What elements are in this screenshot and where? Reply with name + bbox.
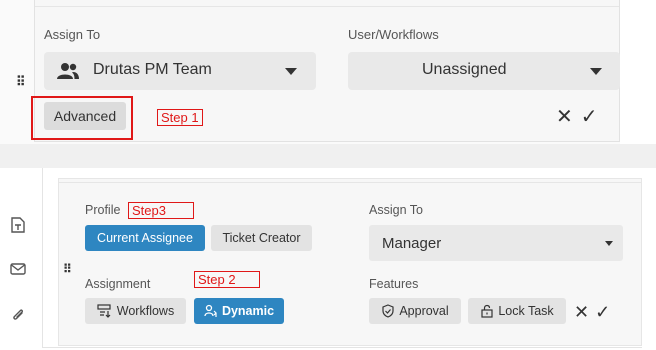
- cancel-icon[interactable]: ✕: [556, 104, 573, 129]
- lock-icon: [481, 304, 493, 318]
- assign-to-label: Assign To: [369, 203, 423, 217]
- paperclip-icon[interactable]: [9, 306, 27, 324]
- divider: [59, 179, 641, 183]
- assign-to-value: Manager: [382, 234, 442, 252]
- divider: [35, 6, 619, 7]
- user-workflows-label: User/Workflows: [348, 27, 439, 42]
- document-icon[interactable]: [9, 216, 27, 234]
- mail-icon[interactable]: [9, 260, 27, 278]
- assignment-option-workflows[interactable]: Workflows: [85, 298, 186, 324]
- lock-task-label: Lock Task: [498, 304, 554, 318]
- feature-lock-task[interactable]: Lock Task: [468, 298, 566, 324]
- user-workflows-dropdown[interactable]: Unassigned: [348, 52, 620, 90]
- assign-to-dropdown[interactable]: Manager: [369, 225, 623, 261]
- dynamic-label: Dynamic: [221, 304, 275, 318]
- features-label: Features: [369, 277, 419, 291]
- assign-to-dropdown[interactable]: Drutas PM Team: [44, 52, 316, 90]
- profile-option-current-assignee[interactable]: Current Assignee: [85, 225, 205, 251]
- confirm-icon[interactable]: ✓: [595, 302, 610, 323]
- drag-handle-icon[interactable]: ⠿: [63, 262, 72, 276]
- row-actions-top: ✕ ✓: [556, 104, 598, 129]
- chevron-down-icon: [590, 68, 602, 75]
- step1-highlight: [31, 96, 133, 140]
- side-toolbar: [0, 168, 42, 350]
- approval-label: Approval: [399, 304, 449, 318]
- row-actions-bottom: ✕ ✓: [574, 302, 610, 323]
- step3-annotation: Step3: [128, 202, 194, 219]
- assignment-label: Assignment: [85, 277, 151, 291]
- step2-annotation: Step 2: [194, 271, 260, 288]
- dynamic-user-icon: [204, 304, 217, 317]
- cancel-icon[interactable]: ✕: [574, 302, 589, 323]
- profile-label: Profile: [85, 203, 121, 217]
- confirm-icon[interactable]: ✓: [581, 104, 598, 129]
- workflow-icon: [97, 304, 111, 318]
- drag-handle-icon[interactable]: ⠿: [16, 74, 25, 90]
- chevron-down-icon: [605, 241, 613, 246]
- workflows-label: Workflows: [116, 304, 175, 318]
- shield-check-icon: [382, 304, 394, 318]
- feature-approval[interactable]: Approval: [369, 298, 461, 324]
- step1-annotation: Step 1: [157, 109, 203, 126]
- assignment-option-dynamic[interactable]: Dynamic: [194, 298, 284, 324]
- panel-gutter: [620, 0, 656, 144]
- chevron-down-icon: [285, 68, 297, 75]
- team-icon: [57, 63, 79, 79]
- assign-to-label: Assign To: [44, 27, 101, 42]
- profile-option-ticket-creator[interactable]: Ticket Creator: [211, 225, 312, 251]
- user-workflows-value: Unassigned: [422, 61, 507, 78]
- assign-to-value: Drutas PM Team: [93, 61, 212, 78]
